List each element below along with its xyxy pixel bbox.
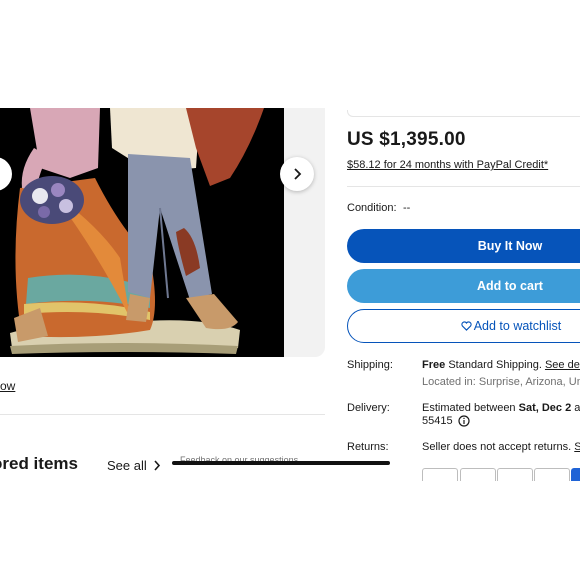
payment-method-icon	[497, 468, 533, 481]
delivery-dates: Sat, Dec 2	[518, 402, 572, 414]
shipping-details-link[interactable]: See deta	[545, 359, 580, 371]
payment-method-icon	[460, 468, 496, 481]
panel-top-divider	[347, 110, 580, 117]
condition-value: --	[403, 202, 411, 214]
add-to-cart-label: Add to cart	[477, 279, 543, 293]
chevron-left-icon	[0, 167, 2, 181]
delivery-zip: 55415	[422, 415, 453, 427]
chevron-right-icon	[294, 168, 302, 180]
price: US $1,395.00	[347, 129, 466, 150]
sponsored-items-heading: ored items	[0, 454, 78, 473]
shipping-info: Free Standard Shipping. See deta	[422, 359, 580, 371]
delivery-zip-row: 55415	[422, 415, 470, 427]
payment-method-icon	[571, 468, 580, 481]
add-to-watchlist-label: Add to watchlist	[473, 319, 562, 333]
delivery-prefix: Estimated between	[422, 402, 516, 414]
shipping-label: Shipping:	[347, 359, 393, 371]
price-divider	[347, 186, 580, 187]
returns-details-link[interactable]: Se	[574, 441, 580, 453]
section-divider	[0, 414, 325, 415]
item-location: Located in: Surprise, Arizona, Unit	[422, 376, 580, 388]
carousel-scrollbar[interactable]	[172, 461, 390, 465]
shipping-service: Standard Shipping.	[448, 359, 542, 371]
heart-icon	[461, 321, 472, 331]
add-to-cart-button[interactable]: Add to cart	[347, 269, 580, 303]
buy-it-now-label: Buy It Now	[477, 239, 543, 253]
info-icon[interactable]	[457, 415, 470, 427]
payment-method-icon	[534, 468, 570, 481]
next-image-button[interactable]	[280, 157, 314, 191]
see-all-link[interactable]: See all	[107, 458, 161, 473]
view-link[interactable]: ow	[0, 379, 15, 393]
product-image[interactable]	[0, 108, 284, 357]
delivery-estimate: Estimated between Sat, Dec 2 and	[422, 402, 580, 414]
delivery-and: and	[574, 402, 580, 414]
returns-info: Seller does not accept returns. Se	[422, 441, 580, 453]
product-image-gallery	[0, 108, 325, 357]
figurine-illustration	[0, 108, 284, 357]
returns-text: Seller does not accept returns.	[422, 441, 572, 453]
see-all-label: See all	[107, 458, 147, 473]
shipping-free: Free	[422, 359, 446, 371]
add-to-watchlist-button[interactable]: Add to watchlist	[347, 309, 580, 343]
returns-label: Returns:	[347, 441, 389, 453]
payment-method-icon	[422, 468, 458, 481]
paypal-credit-link[interactable]: $58.12 for 24 months with PayPal Credit*	[347, 159, 548, 171]
condition-label: Condition:	[347, 202, 397, 214]
delivery-label: Delivery:	[347, 402, 390, 414]
buy-it-now-button[interactable]: Buy It Now	[347, 229, 580, 263]
chevron-right-icon	[154, 460, 160, 471]
